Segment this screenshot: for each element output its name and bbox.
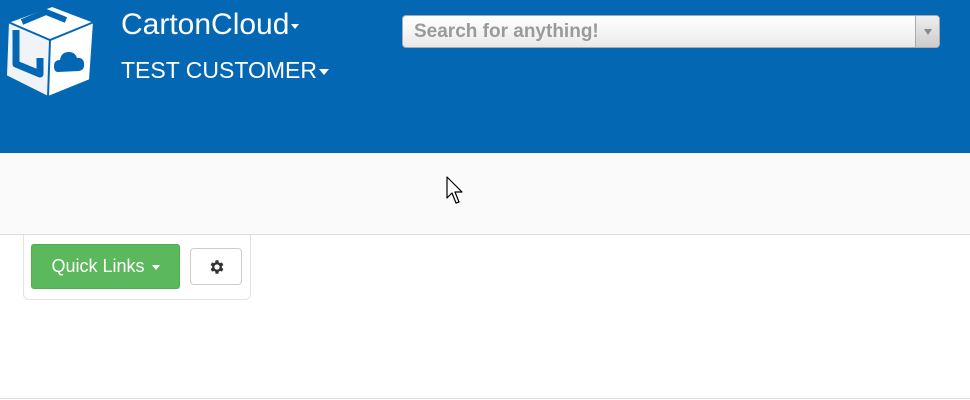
app-name: CartonCloud (121, 8, 290, 41)
cartoncloud-logo[interactable] (0, 0, 96, 100)
search-dropdown-toggle[interactable] (915, 16, 939, 47)
page: CartonCloud TEST CUSTOMER Quick Links (0, 0, 970, 400)
quick-links-label: Quick Links (51, 256, 145, 276)
divider (0, 398, 970, 399)
customer-switcher[interactable]: TEST CUSTOMER (121, 55, 329, 85)
app-switcher[interactable]: CartonCloud (121, 7, 300, 43)
global-search[interactable] (402, 15, 940, 48)
customer-name: TEST CUSTOMER (121, 57, 317, 83)
top-header: CartonCloud TEST CUSTOMER (0, 0, 970, 153)
chevron-down-icon (291, 23, 300, 29)
chevron-down-icon (151, 264, 160, 270)
search-input[interactable] (403, 16, 915, 47)
page-subheader (0, 153, 970, 235)
chevron-down-icon (924, 29, 932, 35)
gear-icon (210, 260, 224, 274)
settings-button[interactable] (190, 248, 242, 285)
chevron-down-icon (318, 68, 329, 75)
quick-links-button[interactable]: Quick Links (31, 244, 180, 289)
